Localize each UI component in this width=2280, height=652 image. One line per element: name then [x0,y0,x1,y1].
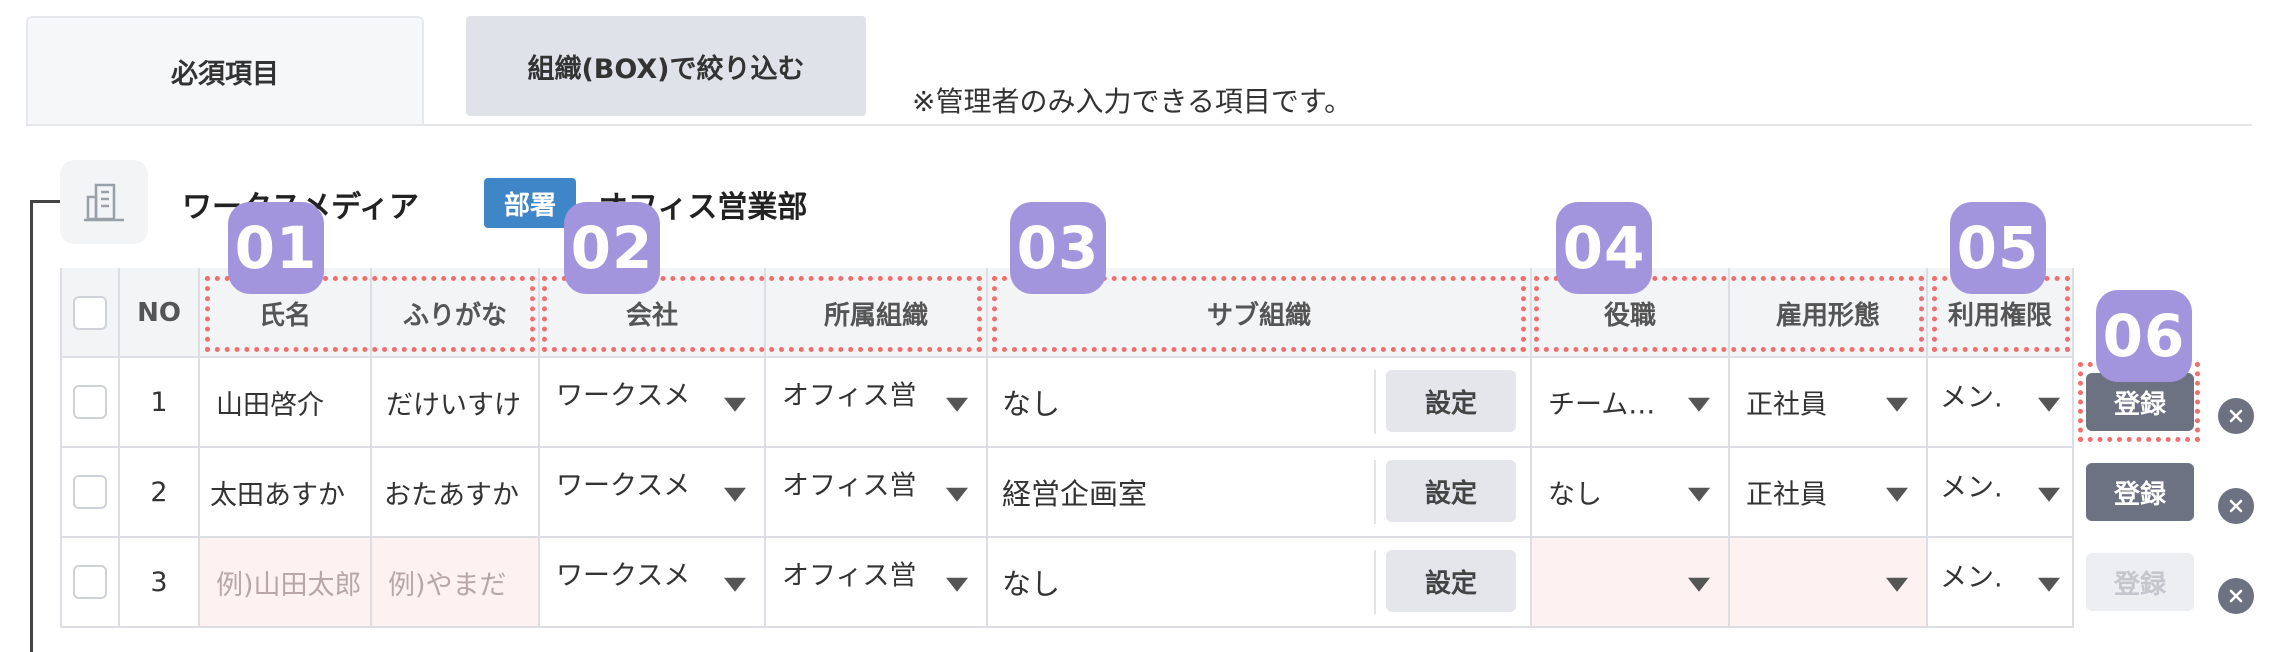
tree-bracket-horizontal [30,200,60,203]
position-select[interactable]: なし [1532,448,1728,536]
kana-input[interactable]: おたあすか [372,448,538,536]
select-all-checkbox[interactable] [73,296,107,330]
dept-badge: 部署 [484,178,576,228]
chevron-down-icon [2038,577,2060,592]
chevron-down-icon [1688,397,1710,412]
position-select[interactable] [1532,538,1728,626]
annotation-badge-04: 04 [1556,202,1652,294]
org-select-value: オフィス営 [782,560,917,592]
employment-select[interactable] [1730,538,1926,626]
chevron-down-icon [724,397,746,412]
sub-org-value: なし [1002,567,1061,601]
company-select-value: ワークスメ [556,560,691,592]
close-icon [2229,499,2243,513]
sub-org-value: なし [1002,387,1061,421]
remove-row-button[interactable] [2218,578,2254,614]
position-select-value: チーム… [1548,389,1656,421]
row-no: 2 [150,476,168,508]
company-select-value: ワークスメ [556,470,691,502]
chevron-down-icon [946,397,968,412]
row-checkbox-cell [62,538,118,626]
company-select-value: ワークスメ [556,380,691,412]
header-no: NO [120,268,198,358]
close-icon [2229,409,2243,423]
kana-input[interactable]: だけいすけ [372,358,538,446]
company-select[interactable]: ワークスメ [540,538,764,626]
chevron-down-icon [724,577,746,592]
row-no: 1 [150,386,168,418]
remove-row-button[interactable] [2218,488,2254,524]
permission-select-value: メン. [1940,382,2003,414]
tab-org-filter[interactable]: 組織(BOX)で絞り込む [466,16,866,116]
annotation-badge-06: 06 [2096,290,2192,382]
permission-select[interactable]: メン. [1928,448,2072,536]
chevron-down-icon [946,577,968,592]
position-select-value: なし [1548,479,1602,511]
annotation-badge-01: 01 [228,202,324,294]
row-checkbox[interactable] [73,475,107,509]
row-no: 3 [150,566,168,598]
close-icon [2229,589,2243,603]
row-checkbox-cell [62,448,118,536]
chevron-down-icon [1886,397,1908,412]
org-select[interactable]: オフィス営 [766,358,986,446]
position-select[interactable]: チーム… [1532,358,1728,446]
chevron-down-icon [946,487,968,502]
sub-org-set-button[interactable]: 設定 [1386,460,1516,522]
admin-note: ※管理者のみ入力できる項目です。 [912,85,1353,118]
chevron-down-icon [1886,487,1908,502]
permission-select-value: メン. [1940,562,2003,594]
sub-org-divider [1374,460,1376,524]
org-select-value: オフィス営 [782,470,917,502]
sub-org-divider [1374,370,1376,434]
register-button[interactable]: 登録 [2086,463,2194,521]
chevron-down-icon [1688,487,1710,502]
annotation-badge-03: 03 [1010,202,1106,294]
name-input[interactable]: 山田啓介 [200,358,370,446]
chevron-down-icon [724,487,746,502]
permission-select[interactable]: メン. [1928,538,2072,626]
tab-required-label: 必須項目 [171,58,279,90]
chevron-down-icon [1688,577,1710,592]
chevron-down-icon [1886,577,1908,592]
row-checkbox[interactable] [73,565,107,599]
sub-org-set-button[interactable]: 設定 [1386,370,1516,432]
sub-org-value: 経営企画室 [1002,477,1148,511]
row-checkbox-cell [62,358,118,446]
building-icon [60,160,148,244]
org-select-value: オフィス営 [782,380,917,412]
sub-org-set-button[interactable]: 設定 [1386,550,1516,612]
tab-divider [26,124,2252,126]
tab-required[interactable]: 必須項目 [26,16,424,124]
employment-select[interactable]: 正社員 [1730,358,1926,446]
org-select[interactable]: オフィス営 [766,448,986,536]
tab-org-filter-label: 組織(BOX)で絞り込む [527,53,805,85]
name-input[interactable]: 例)山田太郎 [200,538,370,626]
company-select[interactable]: ワークスメ [540,448,764,536]
annotation-badge-02: 02 [564,202,660,294]
register-button-disabled[interactable]: 登録 [2086,553,2194,611]
chevron-down-icon [2038,397,2060,412]
header-checkbox-cell [62,268,118,358]
employment-select-value: 正社員 [1746,389,1827,421]
employment-select[interactable]: 正社員 [1730,448,1926,536]
annotation-badge-05: 05 [1950,202,2046,294]
permission-select-value: メン. [1940,472,2003,504]
permission-select[interactable]: メン. [1928,358,2072,446]
chevron-down-icon [2038,487,2060,502]
name-input[interactable]: 太田あすか [200,448,370,536]
employment-select-value: 正社員 [1746,479,1827,511]
remove-row-button[interactable] [2218,398,2254,434]
sub-org-divider [1374,550,1376,614]
company-select[interactable]: ワークスメ [540,358,764,446]
tree-bracket-vertical [30,200,33,652]
kana-input[interactable]: 例)やまだ [372,538,538,626]
row-checkbox[interactable] [73,385,107,419]
org-select[interactable]: オフィス営 [766,538,986,626]
